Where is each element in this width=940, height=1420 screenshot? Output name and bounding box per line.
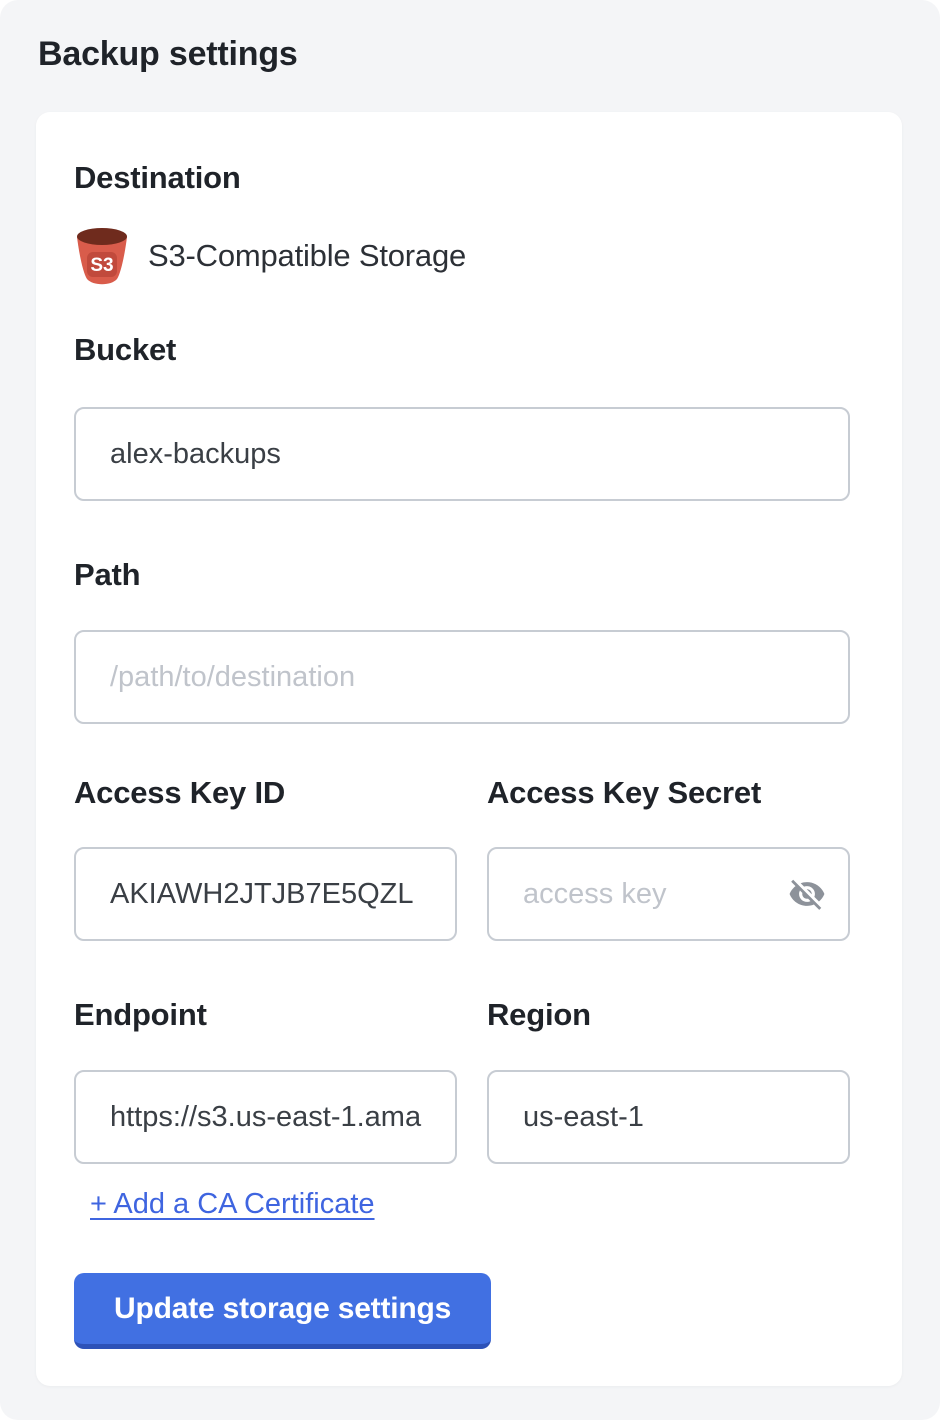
endpoint-input[interactable] bbox=[74, 1070, 457, 1164]
endpoint-label: Endpoint bbox=[74, 997, 457, 1033]
bucket-input[interactable] bbox=[74, 407, 850, 501]
update-storage-settings-button[interactable]: Update storage settings bbox=[74, 1273, 491, 1349]
bucket-label: Bucket bbox=[74, 332, 850, 368]
add-ca-certificate-link[interactable]: + Add a CA Certificate bbox=[90, 1187, 375, 1221]
path-label: Path bbox=[74, 557, 850, 593]
region-label: Region bbox=[487, 997, 850, 1033]
backup-settings-card: Destination S3 S3-Compatible Storage Buc… bbox=[36, 112, 902, 1386]
region-input[interactable] bbox=[487, 1070, 850, 1164]
page-background: Backup settings Destination S3 S3-Compat… bbox=[0, 0, 940, 1420]
toggle-secret-visibility-button[interactable] bbox=[788, 875, 826, 913]
s3-bucket-icon: S3 bbox=[74, 226, 130, 286]
access-key-id-label: Access Key ID bbox=[74, 775, 457, 811]
access-key-secret-field bbox=[487, 847, 850, 941]
endpoint-region-row: Endpoint Region bbox=[74, 997, 850, 1164]
access-key-secret-label: Access Key Secret bbox=[487, 775, 850, 811]
destination-value-row: S3 S3-Compatible Storage bbox=[74, 226, 850, 286]
page-title: Backup settings bbox=[38, 34, 940, 74]
s3-icon-label: S3 bbox=[90, 255, 113, 276]
access-keys-row: Access Key ID Access Key Secret bbox=[74, 775, 850, 941]
destination-value: S3-Compatible Storage bbox=[148, 238, 466, 274]
eye-off-icon bbox=[788, 875, 826, 913]
access-key-id-input[interactable] bbox=[74, 847, 457, 941]
path-input[interactable] bbox=[74, 630, 850, 724]
destination-label: Destination bbox=[74, 160, 850, 196]
